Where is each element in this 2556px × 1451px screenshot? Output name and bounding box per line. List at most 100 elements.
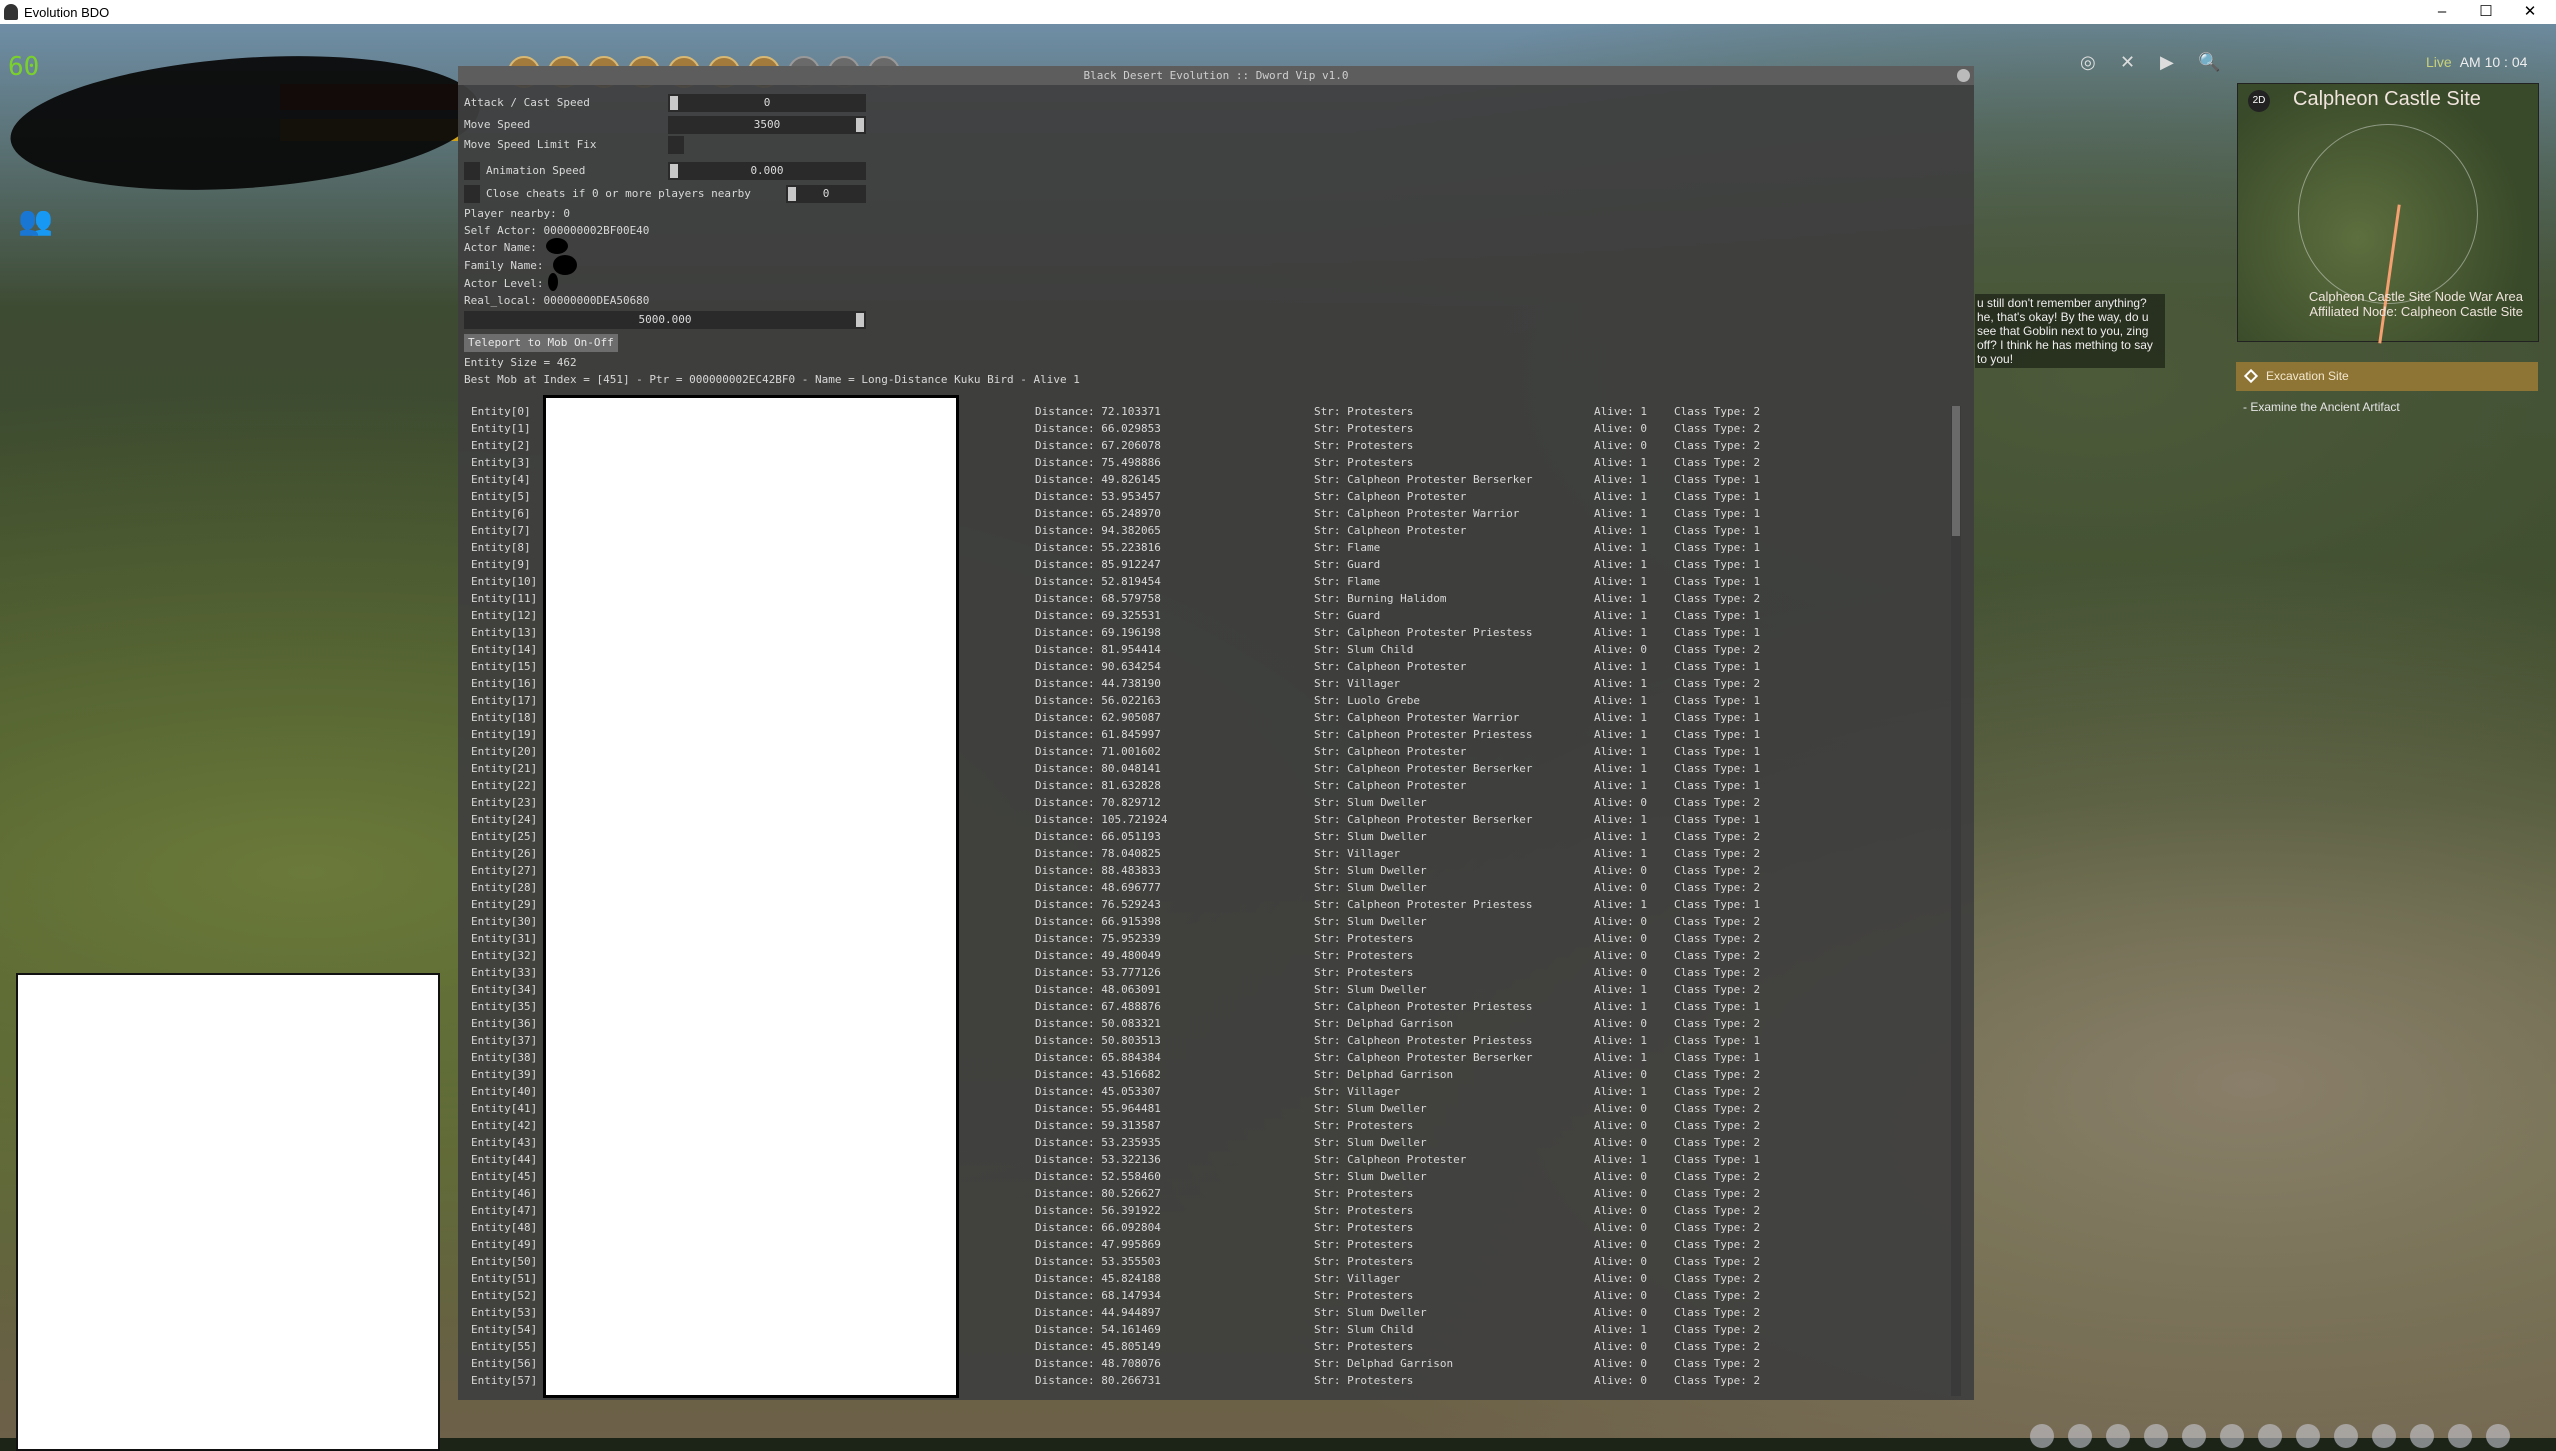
- move-speed-slider[interactable]: 3500: [668, 116, 866, 134]
- entity-distance: Distance: 54.161469: [1035, 1323, 1161, 1336]
- menu-icon[interactable]: [2258, 1424, 2282, 1448]
- entity-class-type-value: 2: [1753, 983, 1761, 996]
- entity-name: Str: Calpheon Protester Warrior: [1314, 711, 1520, 724]
- close-cheats-checkbox[interactable]: [464, 185, 480, 203]
- entity-name-value: Calpheon Protester Berserker: [1347, 473, 1533, 486]
- entity-alive-value: 1: [1640, 779, 1647, 792]
- node-line-2: Affiliated Node: Calpheon Castle Site: [2309, 304, 2523, 319]
- entity-class-type: Class Type: 2: [1674, 1357, 1761, 1370]
- entity-distance: Distance: 53.355503: [1035, 1255, 1161, 1268]
- menu-icon[interactable]: [2410, 1424, 2434, 1448]
- entity-distance-value: 85.912247: [1101, 558, 1161, 571]
- crossed-swords-icon[interactable]: ✕: [2120, 52, 2135, 73]
- entity-distance-value: 65.884384: [1101, 1051, 1161, 1064]
- entity-class-type-value: 2: [1753, 677, 1761, 690]
- animation-speed-checkbox[interactable]: [464, 162, 480, 180]
- minimap-title: Calpheon Castle Site: [2293, 88, 2481, 110]
- party-icon[interactable]: 👥: [18, 204, 54, 240]
- entity-alive-value: 1: [1640, 1153, 1647, 1166]
- menu-icon[interactable]: [2030, 1424, 2054, 1448]
- entity-index: Entity[53]: [471, 1306, 538, 1319]
- entity-alive-value: 0: [1640, 1187, 1647, 1200]
- entity-distance: Distance: 67.488876: [1035, 1000, 1161, 1013]
- entity-index: Entity[2]: [471, 439, 531, 452]
- menu-icon[interactable]: [2448, 1424, 2472, 1448]
- entity-distance: Distance: 53.322136: [1035, 1153, 1161, 1166]
- minimize-button[interactable]: –: [2420, 0, 2464, 24]
- range-slider[interactable]: 5000.000: [464, 311, 866, 329]
- minimap-2d-toggle[interactable]: 2D: [2248, 90, 2270, 112]
- attack-speed-label: Attack / Cast Speed: [464, 96, 590, 109]
- close-button[interactable]: ✕: [2508, 0, 2552, 24]
- entity-distance: Distance: 50.083321: [1035, 1017, 1161, 1030]
- entity-index: Entity[56]: [471, 1357, 538, 1370]
- entity-alive: Alive: 0: [1594, 1170, 1647, 1183]
- entity-alive-value: 1: [1640, 677, 1647, 690]
- players-nearby-slider[interactable]: 0: [786, 185, 866, 203]
- slider-grab[interactable]: [856, 313, 864, 327]
- entity-name: Str: Slum Dweller: [1314, 983, 1427, 996]
- entity-class-type: Class Type: 2: [1674, 881, 1761, 894]
- entity-alive-value: 1: [1640, 609, 1647, 622]
- slider-grab[interactable]: [670, 164, 678, 178]
- slider-value: 5000.000: [638, 313, 692, 326]
- cheat-window: Black Desert Evolution :: Dword Vip v1.0…: [458, 66, 1974, 1400]
- entity-alive: Alive: 1: [1594, 490, 1647, 503]
- quest-title[interactable]: Excavation Site: [2236, 362, 2538, 391]
- cheat-window-title[interactable]: Black Desert Evolution :: Dword Vip v1.0: [458, 66, 1974, 85]
- entity-alive: Alive: 0: [1594, 1306, 1647, 1319]
- entity-index: Entity[43]: [471, 1136, 538, 1149]
- attack-speed-slider[interactable]: 0: [668, 94, 866, 112]
- menu-icon[interactable]: [2296, 1424, 2320, 1448]
- move-speed-limit-checkbox[interactable]: [668, 136, 684, 154]
- entity-class-type: Class Type: 1: [1674, 507, 1761, 520]
- entity-name-value: Villager: [1347, 1272, 1401, 1285]
- entity-class-type: Class Type: 2: [1674, 864, 1761, 877]
- menu-icon[interactable]: [2182, 1424, 2206, 1448]
- entity-alive-value: 1: [1640, 847, 1647, 860]
- search-icon[interactable]: 🔍: [2198, 52, 2220, 73]
- entity-distance: Distance: 65.884384: [1035, 1051, 1161, 1064]
- entity-class-type: Class Type: 2: [1674, 1119, 1761, 1132]
- menu-icon[interactable]: [2334, 1424, 2358, 1448]
- entity-class-type-value: 2: [1753, 1340, 1761, 1353]
- menu-icon[interactable]: [2144, 1424, 2168, 1448]
- entity-distance: Distance: 53.235935: [1035, 1136, 1161, 1149]
- gear-icon[interactable]: [2486, 1424, 2510, 1448]
- entity-index: Entity[37]: [471, 1034, 538, 1047]
- teleport-to-mob-button[interactable]: Teleport to Mob On-Off: [464, 334, 618, 352]
- entity-name: Str: Flame: [1314, 575, 1381, 588]
- cheat-close-button[interactable]: [1957, 69, 1970, 82]
- entity-class-type-value: 2: [1753, 796, 1761, 809]
- menu-icon[interactable]: [2220, 1424, 2244, 1448]
- menu-icon[interactable]: [2372, 1424, 2396, 1448]
- scrollbar-thumb[interactable]: [1952, 406, 1960, 536]
- menu-icon[interactable]: [2106, 1424, 2130, 1448]
- play-icon[interactable]: ▶: [2160, 52, 2174, 73]
- time: AM 10 : 04: [2459, 54, 2528, 70]
- entity-class-type: Class Type: 1: [1674, 524, 1761, 537]
- slider-grab[interactable]: [788, 187, 796, 201]
- menu-icon[interactable]: [2068, 1424, 2092, 1448]
- entity-list-scrollbar[interactable]: [1951, 406, 1961, 1396]
- entity-name: Str: Delphad Garrison: [1314, 1017, 1454, 1030]
- animation-speed-slider[interactable]: 0.000: [668, 162, 866, 180]
- minimap[interactable]: 2D Calpheon Castle Site Calpheon Castle …: [2237, 83, 2539, 344]
- horse-icon[interactable]: ◎: [2080, 52, 2096, 73]
- entity-name: Str: Calpheon Protester: [1314, 1153, 1467, 1166]
- entity-class-type: Class Type: 1: [1674, 490, 1761, 503]
- entity-alive: Alive: 1: [1594, 456, 1647, 469]
- entity-alive: Alive: 1: [1594, 830, 1647, 843]
- entity-index: Entity[12]: [471, 609, 538, 622]
- slider-grab[interactable]: [856, 118, 864, 132]
- entity-alive-value: 0: [1640, 966, 1647, 979]
- entity-alive: Alive: 0: [1594, 1068, 1647, 1081]
- entity-index: Entity[3]: [471, 456, 531, 469]
- maximize-button[interactable]: ☐: [2464, 0, 2508, 24]
- entity-alive-value: 0: [1640, 643, 1647, 656]
- slider-grab[interactable]: [670, 96, 678, 110]
- entity-index: Entity[9]: [471, 558, 531, 571]
- entity-alive-value: 1: [1640, 694, 1647, 707]
- window-titlebar: Evolution BDO – ☐ ✕: [0, 0, 2556, 24]
- entity-alive-value: 0: [1640, 1238, 1647, 1251]
